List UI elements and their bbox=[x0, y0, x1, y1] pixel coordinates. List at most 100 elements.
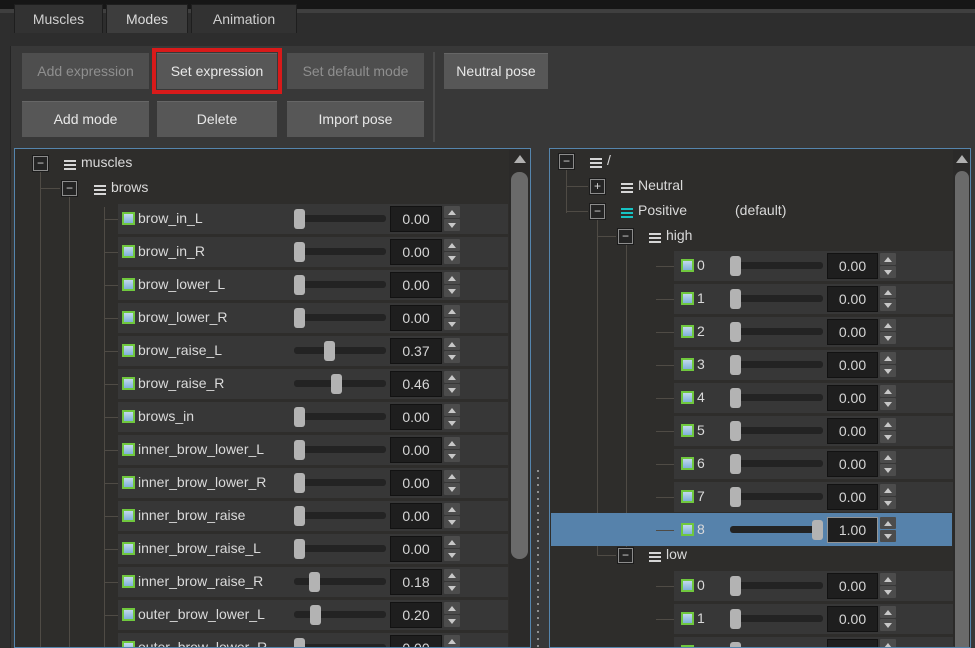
spin-up-button[interactable] bbox=[880, 451, 896, 463]
slider-handle[interactable] bbox=[730, 322, 741, 342]
mode-row[interactable]: 30.00 bbox=[674, 350, 954, 380]
slider-handle[interactable] bbox=[310, 605, 321, 625]
value-spinbox[interactable]: 0.00 bbox=[827, 352, 878, 378]
spin-up-button[interactable] bbox=[444, 536, 460, 548]
slider-track[interactable] bbox=[294, 347, 386, 354]
muscle-row[interactable]: brow_lower_R0.00 bbox=[118, 303, 508, 333]
slider-track[interactable] bbox=[294, 413, 386, 420]
muscle-row[interactable]: brow_raise_R0.46 bbox=[118, 369, 508, 399]
slider-handle[interactable] bbox=[294, 308, 305, 328]
spin-up-button[interactable] bbox=[880, 319, 896, 331]
slider-track[interactable] bbox=[730, 427, 823, 434]
spin-up-button[interactable] bbox=[444, 239, 460, 251]
visibility-checkbox[interactable] bbox=[681, 325, 694, 338]
visibility-checkbox[interactable] bbox=[122, 575, 135, 588]
slider-track[interactable] bbox=[730, 460, 823, 467]
visibility-checkbox[interactable] bbox=[122, 377, 135, 390]
spin-down-button[interactable] bbox=[880, 431, 896, 443]
spin-up-button[interactable] bbox=[880, 517, 896, 529]
slider-track[interactable] bbox=[294, 281, 386, 288]
spin-up-button[interactable] bbox=[444, 338, 460, 350]
visibility-checkbox[interactable] bbox=[122, 476, 135, 489]
value-spinbox[interactable]: 0.00 bbox=[390, 470, 442, 496]
visibility-checkbox[interactable] bbox=[122, 443, 135, 456]
splitter-handle[interactable] bbox=[537, 470, 539, 648]
spin-up-button[interactable] bbox=[444, 305, 460, 317]
slider-track[interactable] bbox=[294, 611, 386, 618]
value-spinbox[interactable]: 0.00 bbox=[827, 319, 878, 345]
value-spinbox[interactable]: 0.00 bbox=[390, 305, 442, 331]
slider-handle[interactable] bbox=[294, 440, 305, 460]
spin-down-button[interactable] bbox=[880, 586, 896, 598]
slider-track[interactable] bbox=[730, 615, 823, 622]
expand-toggle-neutral[interactable]: + bbox=[590, 179, 605, 194]
visibility-checkbox[interactable] bbox=[122, 212, 135, 225]
slider-track[interactable] bbox=[730, 262, 823, 269]
spin-up-button[interactable] bbox=[444, 404, 460, 416]
value-spinbox[interactable]: 0.00 bbox=[390, 635, 442, 648]
spin-up-button[interactable] bbox=[444, 503, 460, 515]
spin-up-button[interactable] bbox=[444, 371, 460, 383]
value-spinbox[interactable]: 0.00 bbox=[390, 404, 442, 430]
value-spinbox[interactable]: 0.00 bbox=[827, 253, 878, 279]
mode-row[interactable] bbox=[674, 637, 954, 648]
visibility-checkbox[interactable] bbox=[122, 542, 135, 555]
muscle-row[interactable]: brow_in_R0.00 bbox=[118, 237, 508, 267]
slider-track[interactable] bbox=[730, 582, 823, 589]
value-spinbox[interactable]: 0.37 bbox=[390, 338, 442, 364]
slider-track[interactable] bbox=[294, 545, 386, 552]
collapse-toggle-low[interactable]: − bbox=[618, 548, 633, 563]
value-spinbox[interactable]: 0.00 bbox=[827, 385, 878, 411]
visibility-checkbox[interactable] bbox=[681, 391, 694, 404]
scrollbar-up-button[interactable] bbox=[509, 155, 530, 163]
value-spinbox[interactable]: 0.00 bbox=[827, 286, 878, 312]
tab-modes[interactable]: Modes bbox=[106, 4, 188, 33]
spin-down-button[interactable] bbox=[880, 497, 896, 509]
slider-track[interactable] bbox=[294, 248, 386, 255]
neutral-pose-button[interactable]: Neutral pose bbox=[444, 53, 548, 89]
muscle-row[interactable]: inner_brow_raise_L0.00 bbox=[118, 534, 508, 564]
spin-down-button[interactable] bbox=[880, 332, 896, 344]
value-spinbox[interactable]: 0.00 bbox=[390, 239, 442, 265]
muscle-row[interactable]: brow_raise_L0.37 bbox=[118, 336, 508, 366]
value-spinbox[interactable]: 0.00 bbox=[390, 503, 442, 529]
value-spinbox[interactable]: 0.46 bbox=[390, 371, 442, 397]
collapse-toggle-high[interactable]: − bbox=[618, 229, 633, 244]
muscle-row[interactable]: inner_brow_raise0.00 bbox=[118, 501, 508, 531]
mode-row[interactable]: 60.00 bbox=[674, 449, 954, 479]
muscle-row[interactable]: outer_brow_lower_L0.20 bbox=[118, 600, 508, 630]
visibility-checkbox[interactable] bbox=[122, 608, 135, 621]
slider-track[interactable] bbox=[730, 493, 823, 500]
slider-handle[interactable] bbox=[309, 572, 320, 592]
slider-track[interactable] bbox=[730, 328, 823, 335]
spin-up-button[interactable] bbox=[880, 484, 896, 496]
mode-row[interactable]: 50.00 bbox=[674, 416, 954, 446]
visibility-checkbox[interactable] bbox=[122, 509, 135, 522]
visibility-checkbox[interactable] bbox=[122, 641, 135, 648]
slider-track[interactable] bbox=[294, 215, 386, 222]
visibility-checkbox[interactable] bbox=[681, 457, 694, 470]
spin-up-button[interactable] bbox=[880, 286, 896, 298]
slider-handle[interactable] bbox=[730, 256, 741, 276]
slider-track[interactable] bbox=[294, 314, 386, 321]
slider-handle[interactable] bbox=[812, 520, 823, 540]
spin-up-button[interactable] bbox=[880, 253, 896, 265]
slider-handle[interactable] bbox=[331, 374, 342, 394]
slider-handle[interactable] bbox=[730, 609, 741, 629]
value-spinbox[interactable]: 0.00 bbox=[390, 206, 442, 232]
visibility-checkbox[interactable] bbox=[681, 579, 694, 592]
slider-handle[interactable] bbox=[294, 473, 305, 493]
slider-handle[interactable] bbox=[294, 242, 305, 262]
slider-track[interactable] bbox=[730, 361, 823, 368]
collapse-toggle-brows[interactable]: − bbox=[62, 181, 77, 196]
slider-handle[interactable] bbox=[730, 421, 741, 441]
muscle-row[interactable]: brow_lower_L0.00 bbox=[118, 270, 508, 300]
mode-row[interactable]: 40.00 bbox=[674, 383, 954, 413]
spin-down-button[interactable] bbox=[444, 219, 460, 231]
spin-down-button[interactable] bbox=[880, 266, 896, 278]
value-spinbox[interactable]: 0.00 bbox=[827, 484, 878, 510]
spin-down-button[interactable] bbox=[444, 318, 460, 330]
mode-row[interactable]: 10.00 bbox=[674, 604, 954, 634]
spin-up-button[interactable] bbox=[880, 639, 896, 648]
value-spinbox[interactable]: 0.00 bbox=[827, 418, 878, 444]
